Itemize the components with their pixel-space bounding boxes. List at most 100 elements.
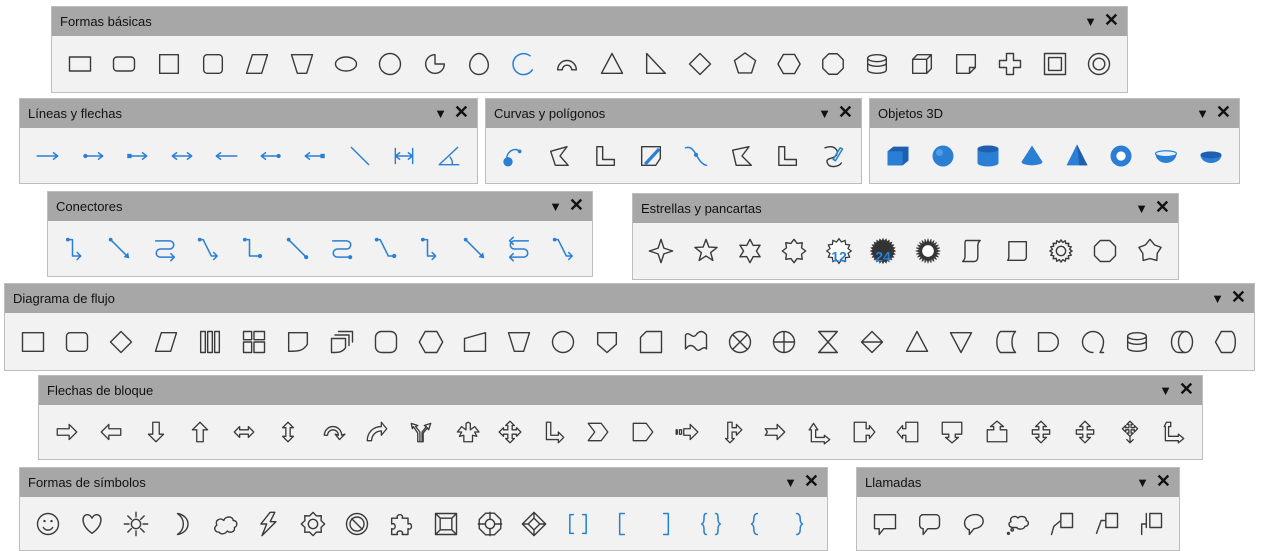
cube-3d-button[interactable] bbox=[876, 130, 921, 181]
trapezoid-button[interactable] bbox=[279, 38, 323, 90]
up-right-arrow-callout-button[interactable] bbox=[709, 407, 753, 457]
close-icon[interactable]: ✕ bbox=[1216, 103, 1231, 121]
flowchart-off-page-connector-button[interactable] bbox=[585, 315, 629, 368]
shell-3d-button[interactable] bbox=[1144, 130, 1189, 181]
flowchart-magnetic-disc-button[interactable] bbox=[1115, 315, 1159, 368]
line-circle-arrow-button[interactable] bbox=[71, 130, 116, 181]
left-right-arrow-callout-button[interactable] bbox=[1063, 407, 1107, 457]
heart-button[interactable] bbox=[70, 499, 114, 548]
signet-button[interactable] bbox=[1039, 225, 1083, 277]
line-starts-arrow-button[interactable] bbox=[204, 130, 249, 181]
curved-connector-arrow-button[interactable] bbox=[497, 223, 541, 274]
smiley-button[interactable] bbox=[26, 499, 70, 548]
toolbar-title-bar[interactable]: Estrellas y pancartas ▼ ✕ bbox=[633, 194, 1178, 223]
close-icon[interactable]: ✕ bbox=[1231, 288, 1246, 306]
cloud-callout-button[interactable] bbox=[996, 499, 1040, 548]
flowchart-alternate-process-button[interactable] bbox=[55, 315, 99, 368]
arc-button[interactable] bbox=[545, 38, 589, 90]
rectangle-button[interactable] bbox=[58, 38, 102, 90]
rounded-square-button[interactable] bbox=[191, 38, 235, 90]
rounded-rectangle-button[interactable] bbox=[102, 38, 146, 90]
flowchart-punched-tape-button[interactable] bbox=[674, 315, 718, 368]
line-button[interactable] bbox=[338, 130, 383, 181]
star24-button[interactable]: 24 bbox=[861, 225, 905, 277]
flowchart-terminator-button[interactable] bbox=[364, 315, 408, 368]
close-icon[interactable]: ✕ bbox=[838, 103, 853, 121]
flowchart-predefined-process-button[interactable] bbox=[188, 315, 232, 368]
prohibited-button[interactable] bbox=[335, 499, 379, 548]
lightning-button[interactable] bbox=[247, 499, 291, 548]
cylinder-button[interactable] bbox=[855, 38, 899, 90]
toolbar-menu-icon[interactable]: ▼ bbox=[1196, 105, 1209, 123]
toolbar-title-bar[interactable]: Curvas y polígonos ▼ ✕ bbox=[486, 99, 861, 128]
flowchart-decision-button[interactable] bbox=[99, 315, 143, 368]
flowchart-stored-data-button[interactable] bbox=[983, 315, 1027, 368]
right-triangle-button[interactable] bbox=[634, 38, 678, 90]
four-way-arrow-button[interactable] bbox=[488, 407, 532, 457]
left-brace-button[interactable] bbox=[733, 499, 777, 548]
right-bracket-button[interactable] bbox=[644, 499, 688, 548]
up-arrow-button[interactable] bbox=[178, 407, 222, 457]
pentagon-button[interactable] bbox=[722, 38, 766, 90]
bevel-square-button[interactable] bbox=[424, 499, 468, 548]
flowchart-delay-button[interactable] bbox=[1027, 315, 1071, 368]
diamond-button[interactable] bbox=[678, 38, 722, 90]
curved-connector-button[interactable] bbox=[143, 223, 187, 274]
polygon-button[interactable] bbox=[719, 130, 764, 181]
double-brace-button[interactable] bbox=[689, 499, 733, 548]
curve-filled-button[interactable] bbox=[492, 130, 537, 181]
half-sphere-3d-button[interactable] bbox=[1188, 130, 1233, 181]
flower-button[interactable] bbox=[291, 499, 335, 548]
pentagon-arrow-button[interactable] bbox=[620, 407, 664, 457]
cloud-button[interactable] bbox=[203, 499, 247, 548]
round-callout-button[interactable] bbox=[952, 499, 996, 548]
moon-button[interactable] bbox=[159, 499, 203, 548]
left-arrow-callout-button[interactable] bbox=[886, 407, 930, 457]
block-arc-button[interactable] bbox=[501, 38, 545, 90]
rectangular-callout-button[interactable] bbox=[863, 499, 907, 548]
toolbar-title-bar[interactable]: Diagrama de flujo ▼ ✕ bbox=[5, 284, 1254, 313]
line-callout-1-button[interactable] bbox=[1040, 499, 1084, 548]
left-bracket-button[interactable] bbox=[600, 499, 644, 548]
toolbar-menu-icon[interactable]: ▼ bbox=[1159, 382, 1172, 400]
flowchart-connector-button[interactable] bbox=[541, 315, 585, 368]
parallelogram-button[interactable] bbox=[235, 38, 279, 90]
toolbar-menu-icon[interactable]: ▼ bbox=[784, 474, 797, 492]
flowchart-multidocument-button[interactable] bbox=[320, 315, 364, 368]
toolbar-title-bar[interactable]: Formas de símbolos ▼ ✕ bbox=[20, 468, 827, 497]
toolbar-menu-icon[interactable]: ▼ bbox=[818, 105, 831, 123]
split-arrow-button[interactable] bbox=[399, 407, 443, 457]
triangle-button[interactable] bbox=[590, 38, 634, 90]
cross-button[interactable] bbox=[988, 38, 1032, 90]
polygon-45-filled-button[interactable] bbox=[583, 130, 628, 181]
polygon-45-button[interactable] bbox=[764, 130, 809, 181]
straight-connector-button[interactable] bbox=[98, 223, 142, 274]
circle-button[interactable] bbox=[368, 38, 412, 90]
rounded-rectangular-callout-button[interactable] bbox=[907, 499, 951, 548]
explosion-button[interactable] bbox=[906, 225, 950, 277]
star4-button[interactable] bbox=[639, 225, 683, 277]
ellipse-button[interactable] bbox=[324, 38, 368, 90]
flowchart-internal-storage-button[interactable] bbox=[232, 315, 276, 368]
vertical-scroll-button[interactable] bbox=[950, 225, 994, 277]
flowchart-extract-button[interactable] bbox=[894, 315, 938, 368]
up-down-arrow-button[interactable] bbox=[266, 407, 310, 457]
line-connector-circle-button[interactable] bbox=[364, 223, 408, 274]
up-right-arrow-button[interactable] bbox=[798, 407, 842, 457]
toolbar-title-bar[interactable]: Conectores ▼ ✕ bbox=[48, 192, 592, 221]
line-arrow-square-button[interactable] bbox=[293, 130, 338, 181]
left-right-arrow-button[interactable] bbox=[222, 407, 266, 457]
right-brace-button[interactable] bbox=[777, 499, 821, 548]
cylinder-3d-button[interactable] bbox=[965, 130, 1010, 181]
left-arrow-button[interactable] bbox=[89, 407, 133, 457]
up-arrow-callout-button[interactable] bbox=[975, 407, 1019, 457]
chevron-button[interactable] bbox=[576, 407, 620, 457]
line-arrow-circle-button[interactable] bbox=[249, 130, 294, 181]
star6-button[interactable] bbox=[728, 225, 772, 277]
up-right-down-arrow-button[interactable] bbox=[443, 407, 487, 457]
toolbar-title-bar[interactable]: Líneas y flechas ▼ ✕ bbox=[20, 99, 477, 128]
up-down-arrow-callout-button[interactable] bbox=[1019, 407, 1063, 457]
notched-right-arrow-button[interactable] bbox=[753, 407, 797, 457]
flowchart-collate-button[interactable] bbox=[806, 315, 850, 368]
right-arrow-button[interactable] bbox=[45, 407, 89, 457]
